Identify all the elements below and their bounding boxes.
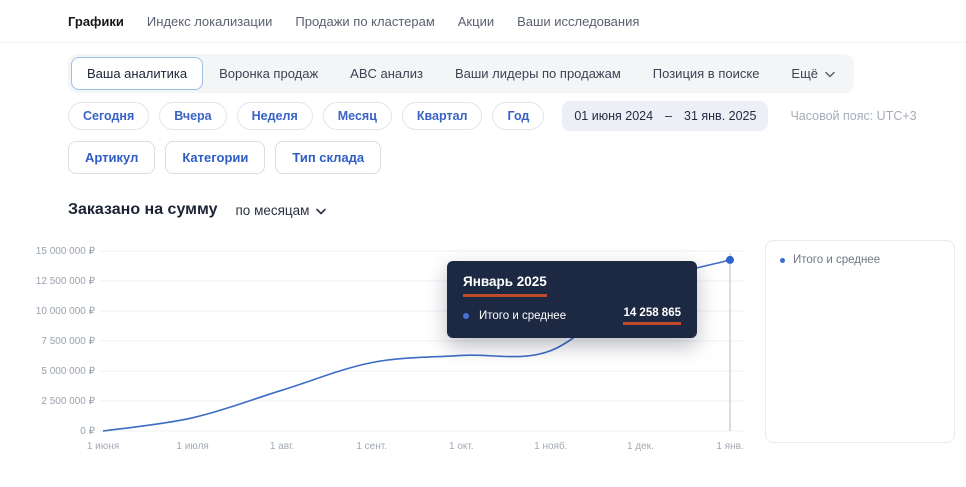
y-axis-tick-6: 0 ₽ — [80, 426, 95, 437]
y-axis-tick-4: 5 000 000 ₽ — [41, 366, 95, 377]
y-axis-tick-2: 10 000 000 ₽ — [35, 306, 95, 317]
period-pill-2[interactable]: Неделя — [236, 102, 313, 130]
top-navigation: Графики Индекс локализации Продажи по клас… — [0, 0, 966, 43]
nav-item-4[interactable]: Ваши исследования — [517, 14, 639, 29]
granularity-select[interactable]: по месяцам — [236, 203, 327, 218]
period-pill-1[interactable]: Вчера — [159, 102, 227, 130]
tab-1[interactable]: Воронка продаж — [203, 57, 334, 90]
y-axis-tick-5: 2 500 000 ₽ — [41, 396, 95, 407]
period-filter-row: Сегодня Вчера Неделя Месяц Квартал Год 01 июн… — [68, 101, 966, 131]
dimension-button-2[interactable]: Тип склада — [275, 141, 382, 174]
orders-line-chart: 15 000 000 ₽ 12 500 000 ₽ 10 000 000 ₽ 7 50… — [0, 233, 966, 487]
x-axis-tick-4: 1 окт. — [448, 441, 474, 452]
legend-item-label: Итого и среднее — [793, 254, 881, 266]
dimension-filter-row: Артикул Категории Тип склада — [68, 141, 966, 174]
granularity-value: по месяцам — [235, 202, 310, 218]
x-axis-tick-6: 1 дек. — [626, 441, 654, 452]
x-axis-tick-1: 1 июля — [176, 441, 209, 452]
nav-item-3[interactable]: Акции — [458, 14, 494, 29]
tooltip-series-name: Итого и среднее — [479, 310, 567, 322]
chart-legend: Итого и среднее — [765, 240, 955, 443]
tab-4[interactable]: Позиция в поиске — [637, 57, 776, 90]
nav-item-1[interactable]: Индекс локализации — [147, 14, 272, 29]
tab-more[interactable]: Ещё — [775, 57, 851, 90]
chart-tooltip: Январь 2025 Итого и среднее 14 258 865 — [447, 261, 697, 338]
period-pill-3[interactable]: Месяц — [322, 102, 392, 130]
tooltip-value: 14 258 865 — [623, 307, 681, 325]
x-axis-tick-2: 1 авг. — [269, 441, 295, 452]
period-pill-4[interactable]: Квартал — [401, 102, 483, 130]
x-axis-tick-0: 1 июня — [86, 441, 120, 452]
timezone-label: Часовой пояс: UTC+3 — [790, 109, 917, 123]
y-axis-tick-0: 15 000 000 ₽ — [35, 246, 95, 257]
y-axis-tick-3: 7 500 000 ₽ — [41, 336, 95, 347]
dimension-button-0[interactable]: Артикул — [68, 141, 156, 174]
tab-0[interactable]: Ваша аналитика — [71, 57, 204, 90]
tab-more-label: Ещё — [791, 66, 819, 81]
dimension-button-1[interactable]: Категории — [165, 141, 266, 174]
analytics-tab-strip: Ваша аналитика Воронка продаж ABC анализ Ва… — [68, 54, 855, 93]
tab-3[interactable]: Ваши лидеры по продажам — [439, 57, 637, 90]
x-axis-tick-3: 1 сент. — [356, 441, 388, 452]
date-range-picker[interactable]: 01 июня 2024 – 31 янв. 2025 — [562, 101, 769, 131]
date-range-separator: – — [665, 109, 672, 123]
date-range-start: 01 июня 2024 — [574, 109, 654, 123]
x-axis-tick-5: 1 нояб. — [534, 441, 568, 452]
tab-2[interactable]: ABC анализ — [334, 57, 439, 90]
legend-item-0[interactable]: Итого и среднее — [780, 254, 940, 266]
x-axis-tick-7: 1 янв. — [716, 441, 744, 452]
chevron-down-icon — [316, 203, 327, 218]
chevron-down-icon — [825, 66, 835, 81]
legend-dot-icon — [780, 257, 785, 263]
y-axis-tick-1: 12 500 000 ₽ — [35, 276, 95, 287]
period-pill-5[interactable]: Год — [492, 102, 545, 130]
chart-title: Заказано на сумму — [68, 201, 218, 218]
nav-item-0[interactable]: Графики — [68, 14, 124, 29]
date-range-end: 31 янв. 2025 — [684, 109, 757, 123]
period-pill-0[interactable]: Сегодня — [68, 102, 150, 130]
tooltip-title: Январь 2025 — [463, 274, 547, 297]
series-dot-icon — [463, 313, 469, 319]
nav-item-2[interactable]: Продажи по кластерам — [295, 14, 434, 29]
chart-header: Заказано на сумму по месяцам — [68, 201, 966, 219]
